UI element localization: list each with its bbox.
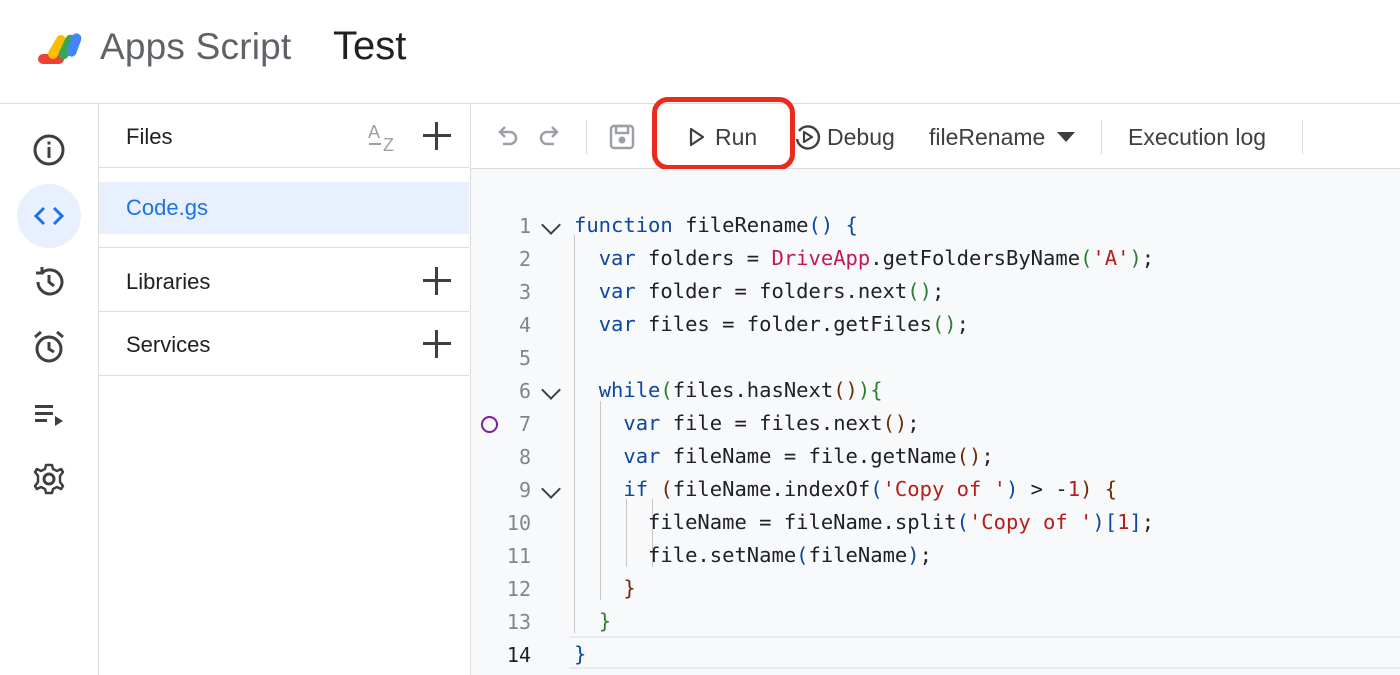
apps-script-logo[interactable] xyxy=(36,28,88,70)
file-name: Code.gs xyxy=(126,195,208,220)
line-number: 7 xyxy=(518,412,531,436)
code-text: } xyxy=(598,609,612,633)
add-service-button[interactable] xyxy=(423,330,451,358)
left-nav-rail xyxy=(0,104,99,675)
toolbar-divider xyxy=(586,120,587,154)
add-library-button[interactable] xyxy=(423,267,451,295)
line-number: 4 xyxy=(518,313,531,337)
undo-icon[interactable] xyxy=(491,122,521,152)
libraries-label: Libraries xyxy=(126,269,211,294)
gear-icon xyxy=(33,463,65,495)
code-line: 5 xyxy=(471,341,1400,374)
project-title[interactable]: Test xyxy=(333,24,406,69)
code-text: } xyxy=(623,576,636,600)
triggers-nav-button[interactable] xyxy=(17,315,81,379)
run-label: Run xyxy=(715,123,758,150)
code-text: while(files.hasNext()){ xyxy=(598,378,883,402)
function-select-value: fileRename xyxy=(929,123,1046,150)
info-icon xyxy=(33,134,65,166)
line-number: 2 xyxy=(518,247,531,271)
services-row: Services xyxy=(99,312,469,376)
code-text: var folders = DriveApp.getFoldersByName(… xyxy=(598,246,1155,270)
code-icon xyxy=(33,206,65,226)
history-icon xyxy=(36,267,64,296)
app-header: Apps Script Test xyxy=(0,0,1400,104)
function-select[interactable]: fileRename xyxy=(929,122,1076,152)
code-text: var file = files.next(); xyxy=(623,411,920,435)
overview-nav-button[interactable] xyxy=(17,118,81,182)
code-line: 3 var folder = folders.next(); xyxy=(471,275,1400,308)
line-number: 8 xyxy=(518,445,531,469)
libraries-row: Libraries xyxy=(99,247,469,312)
editor-toolbar: Run Debug fileRename Execution log xyxy=(471,97,1400,170)
services-label: Services xyxy=(126,332,211,357)
code-text: fileName = fileName.split('Copy of ')[1]… xyxy=(574,510,1155,534)
code-line: 2 var folders = DriveApp.getFoldersByNam… xyxy=(471,242,1400,275)
file-item-code-gs[interactable]: Code.gs xyxy=(99,182,469,234)
code-text: var files = folder.getFiles(); xyxy=(598,312,969,336)
files-label: Files xyxy=(126,124,173,149)
add-file-button[interactable] xyxy=(423,122,451,150)
line-number: 9 xyxy=(518,478,531,502)
fold-chevron-icon[interactable] xyxy=(541,215,561,235)
code-text: if (fileName.indexOf('Copy of ') > -1) { xyxy=(623,477,1118,501)
code-line: 6 while(files.hasNext()){ xyxy=(471,374,1400,407)
line-number: 12 xyxy=(506,577,531,601)
code-line: 12 } xyxy=(471,572,1400,605)
play-icon xyxy=(689,127,705,147)
code-line: 7 var file = files.next(); xyxy=(471,407,1400,440)
line-number: 10 xyxy=(506,511,531,535)
toolbar-divider xyxy=(1101,120,1102,154)
executions-icon xyxy=(35,405,63,426)
files-panel: Files A Z Code.gs Libraries Services xyxy=(99,104,471,675)
code-text: function fileRename() { xyxy=(574,213,858,237)
code-line: 13 } xyxy=(471,605,1400,638)
editor-nav-button[interactable] xyxy=(17,184,81,248)
debug-label: Debug xyxy=(827,123,895,150)
line-number: 11 xyxy=(506,544,531,568)
code-line: 11 file.setName(fileName); xyxy=(471,539,1400,572)
history-nav-button[interactable] xyxy=(17,250,81,314)
svg-text:A: A xyxy=(368,122,380,142)
chevron-down-icon xyxy=(1057,132,1076,142)
code-line: 14 } xyxy=(471,638,1400,671)
files-header: Files A Z xyxy=(99,104,469,168)
toolbar-divider xyxy=(1302,120,1303,154)
redo-icon[interactable] xyxy=(536,122,566,152)
line-number: 3 xyxy=(518,280,531,304)
code-text: var fileName = file.getName(); xyxy=(623,444,994,468)
alarm-icon xyxy=(34,330,64,363)
code-text: file.setName(fileName); xyxy=(574,543,932,567)
fold-chevron-icon[interactable] xyxy=(541,380,561,400)
az-sort-icon[interactable]: A Z xyxy=(367,120,403,154)
line-number: 1 xyxy=(518,214,531,238)
code-line: 10 fileName = fileName.split('Copy of ')… xyxy=(471,506,1400,539)
code-text: } xyxy=(574,642,587,666)
svg-text:Z: Z xyxy=(383,135,394,154)
fold-chevron-icon[interactable] xyxy=(541,479,561,499)
execution-log-button[interactable]: Execution log xyxy=(1128,122,1266,152)
executions-nav-button[interactable] xyxy=(17,382,81,446)
settings-nav-button[interactable] xyxy=(17,447,81,511)
code-line: 1 function fileRename() { xyxy=(471,209,1400,242)
code-line: 9 if (fileName.indexOf('Copy of ') > -1)… xyxy=(471,473,1400,506)
debug-button[interactable]: Debug xyxy=(793,122,895,152)
line-number: 14 xyxy=(506,643,531,667)
line-number: 5 xyxy=(518,346,531,370)
line-number: 13 xyxy=(506,610,531,634)
debug-icon xyxy=(795,125,821,150)
code-editor[interactable]: 1 function fileRename() { 2 var folders … xyxy=(471,169,1400,675)
line-number: 6 xyxy=(518,379,531,403)
code-line: 8 var fileName = file.getName(); xyxy=(471,440,1400,473)
save-icon[interactable] xyxy=(607,122,637,152)
code-text: var folder = folders.next(); xyxy=(598,279,945,303)
app-title: Apps Script xyxy=(100,26,292,67)
code-line: 4 var files = folder.getFiles(); xyxy=(471,308,1400,341)
run-button[interactable]: Run xyxy=(689,122,757,152)
